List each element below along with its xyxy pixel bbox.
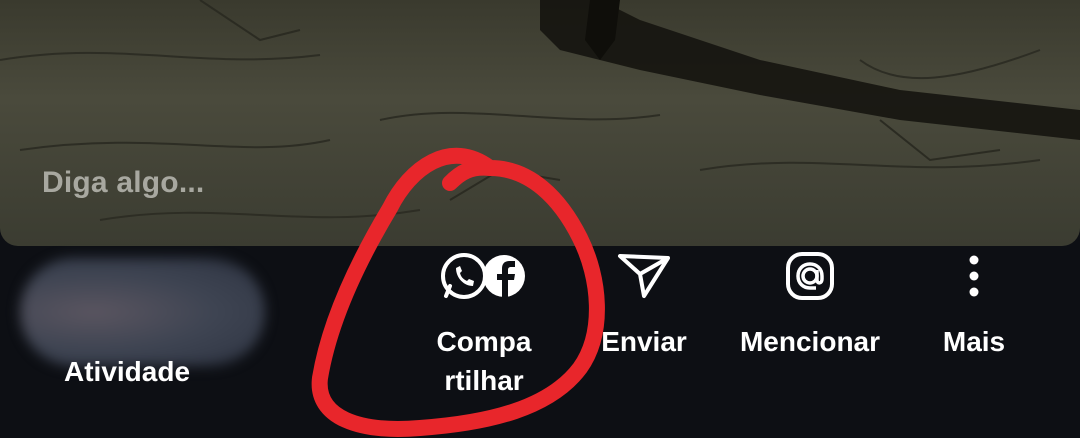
more-vertical-icon <box>969 255 979 297</box>
whatsapp-facebook-icon <box>441 253 525 299</box>
more-label: Mais <box>942 326 1006 357</box>
activity-avatar[interactable] <box>20 258 265 366</box>
mention-button[interactable]: Mencionar <box>726 250 894 361</box>
more-button[interactable]: Mais <box>930 250 1018 361</box>
share-button[interactable]: Compa rtilhar <box>420 250 548 400</box>
send-button[interactable]: Enviar <box>596 250 692 361</box>
caption-input[interactable]: Diga algo... <box>42 166 204 200</box>
mention-label: Mencionar <box>739 326 881 357</box>
video-frame-image <box>0 0 1080 221</box>
send-label: Enviar <box>601 326 687 357</box>
mention-icon <box>786 252 834 300</box>
activity-label[interactable]: Atividade <box>64 356 190 388</box>
share-label: Compa rtilhar <box>436 326 532 396</box>
video-preview[interactable]: Diga algo... <box>0 0 1080 246</box>
send-icon <box>618 254 670 298</box>
